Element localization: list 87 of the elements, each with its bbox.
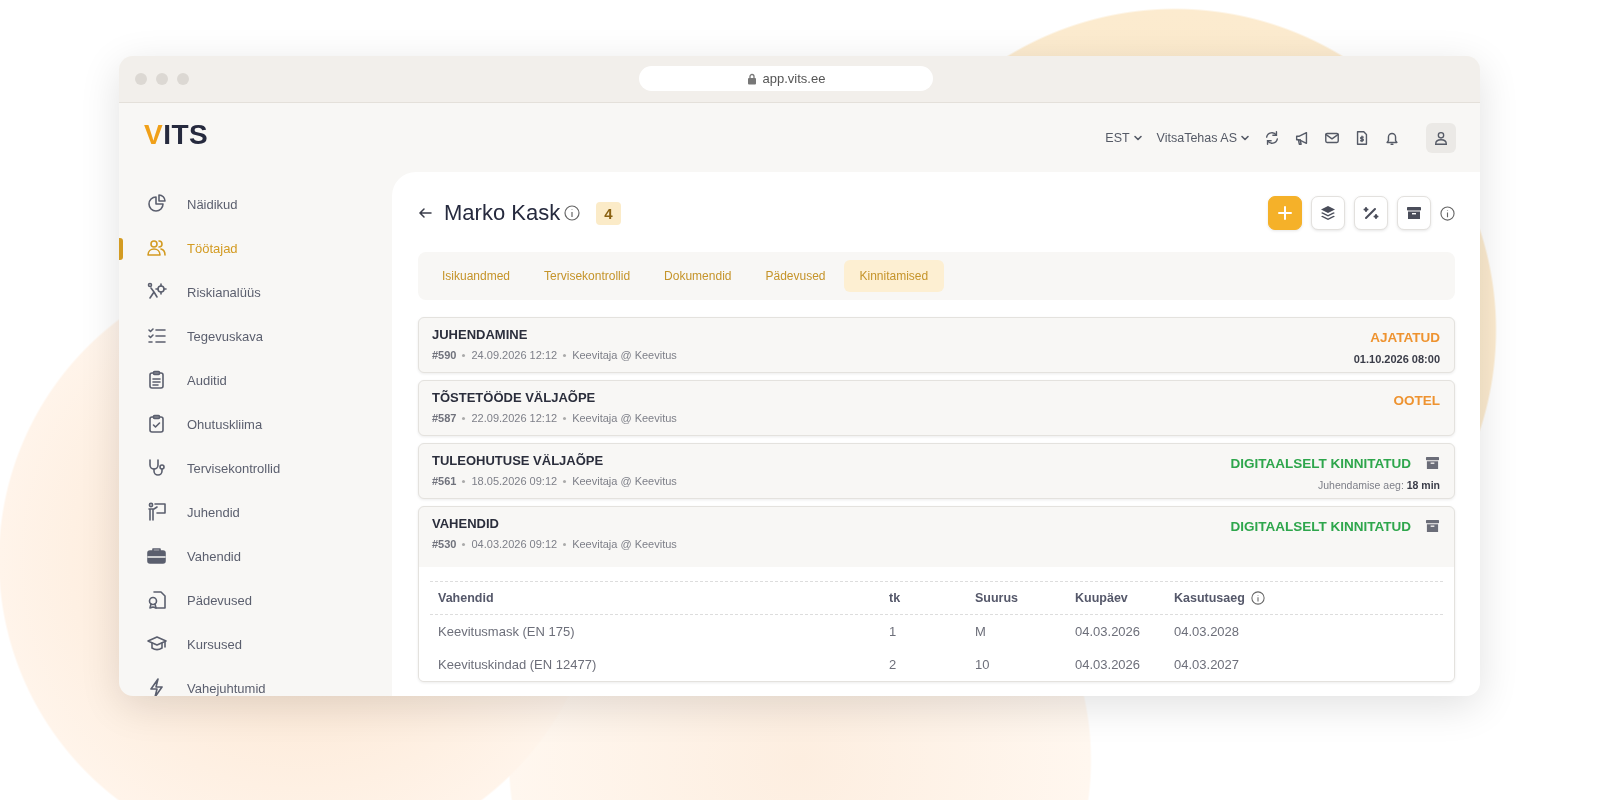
megaphone-icon[interactable] [1294,129,1310,146]
layers-button[interactable] [1311,196,1345,230]
scheduled-time: 01.10.2026 08:00 [1353,353,1440,365]
lock-icon [746,72,757,85]
status-label: DIGITAALSELT KINNITATUD [1230,455,1411,471]
users-icon [147,238,167,258]
count-badge: 4 [596,201,621,225]
layers-icon [1320,205,1336,221]
training-card[interactable]: JUHENDAMINE #590 24.09.2026 12:12 Keevitaja @ Keevitus AJATATUD 01.10.2026 08:00 [418,317,1455,373]
training-title: JUHENDAMINE [432,327,529,342]
checklist-icon [147,326,167,346]
table-cell-text: 04.03.2028 [1174,624,1241,639]
table-cell-text: 10 [975,657,991,672]
sidebar-item[interactable]: Juhendid [119,490,392,534]
training-date: 18.05.2026 09:12 [471,475,558,487]
sidebar-item[interactable]: Näidikud [119,182,392,226]
table-cell-text: Keevitusmask (EN 175) [438,624,576,639]
sidebar-item[interactable]: Pädevused [119,578,392,622]
teacher-board-icon [147,502,167,522]
user-avatar-button[interactable] [1426,122,1456,153]
training-number: #590 [432,349,457,361]
clipboard-icon [147,370,167,390]
column-header: Vahendid [438,591,495,605]
training-number: #587 [432,412,457,424]
training-title: VAHENDID [432,516,500,531]
column-header: Kuupäev [1075,591,1129,605]
training-role: Keevitaja @ Keevitus [572,412,677,424]
training-role: Keevitaja @ Keevitus [572,538,677,550]
sidebar-item[interactable]: Tegevuskava [119,314,392,358]
clipboard-check-icon [147,414,167,434]
training-date: 22.09.2026 12:12 [471,412,558,424]
training-date: 24.09.2026 12:12 [471,349,558,361]
column-header: tk [889,591,902,605]
stethoscope-icon [147,458,167,478]
company-dropdown[interactable]: VitsaTehas AS [1156,130,1250,145]
sidebar-item[interactable]: Vahendid [119,534,392,578]
duration-text: Juhendamise aeg: 18 min [1318,479,1440,491]
user-icon [1433,129,1449,146]
refresh-icon[interactable] [1264,129,1280,146]
sidebar-item[interactable]: Auditid [119,358,392,402]
column-header: Suurus [975,591,1020,605]
invoice-icon[interactable] [1354,129,1370,146]
certificate-icon [147,590,167,610]
sidebar-item[interactable]: Riskianalüüs [119,270,392,314]
training-title: TÕSTETÖÖDE VÄLJAÕPE [432,390,597,405]
training-card[interactable]: TULEOHUTUSE VÄLJAÕPE #561 18.05.2026 09:12 Keevitaja @ Keevitus DIGITAALSELT KINNITATUD Juhendamise aeg: 18 min [418,443,1455,499]
app-logo[interactable]: VITS [119,103,392,171]
archive-box-icon [1406,205,1422,221]
table-cell-text: 2 [889,657,898,672]
info-icon[interactable] [564,205,581,221]
address-bar[interactable]: app.vits.ee [639,66,933,91]
back-arrow-icon [418,206,432,220]
training-role: Keevitaja @ Keevitus [572,349,677,361]
figure-gear-icon [147,282,167,302]
toolbox-icon [147,546,167,566]
table-cell-text: 04.03.2026 [1075,624,1142,639]
table-cell-text: Keevituskindad (EN 12477) [438,657,598,672]
language-dropdown[interactable]: EST [1105,130,1143,145]
training-date: 04.03.2026 09:12 [471,538,558,550]
training-title: TULEOHUTUSE VÄLJAÕPE [432,453,605,468]
employee-name: Marko Kask [444,200,561,226]
training-number: #530 [432,538,457,550]
sidebar-item[interactable]: Vahejuhtumid [119,666,392,696]
table-cell-text: 1 [889,624,898,639]
archive-box-icon[interactable] [1425,456,1440,470]
magic-wand-button[interactable] [1354,196,1388,230]
status-label: OOTEL [1393,392,1440,408]
table-cell-text: 04.03.2026 [1075,657,1142,672]
back-button[interactable] [418,206,432,220]
table-cell-text: M [975,624,987,639]
sidebar-item[interactable]: Kursused [119,622,392,666]
plus-icon [1278,206,1292,220]
archive-box-icon[interactable] [1425,519,1440,533]
magic-wand-icon [1363,205,1379,221]
training-card[interactable]: TÕSTETÖÖDE VÄLJAÕPE #587 22.09.2026 12:12 Keevitaja @ Keevitus OOTEL [418,380,1455,436]
info-icon[interactable] [1250,591,1265,605]
column-header: Kasutusaeg [1174,591,1245,605]
status-label: AJATATUD [1370,329,1440,345]
pie-chart-icon [147,194,167,214]
training-number: #561 [432,475,457,487]
sidebar-item[interactable]: Ohutuskliima [119,402,392,446]
status-label: DIGITAALSELT KINNITATUD [1230,518,1411,534]
training-role: Keevitaja @ Keevitus [572,475,677,487]
sidebar-item[interactable]: Tervisekontrollid [119,446,392,490]
archive-button[interactable] [1397,196,1431,230]
table-cell-text: 04.03.2027 [1174,657,1241,672]
info-icon[interactable] [1440,205,1455,221]
